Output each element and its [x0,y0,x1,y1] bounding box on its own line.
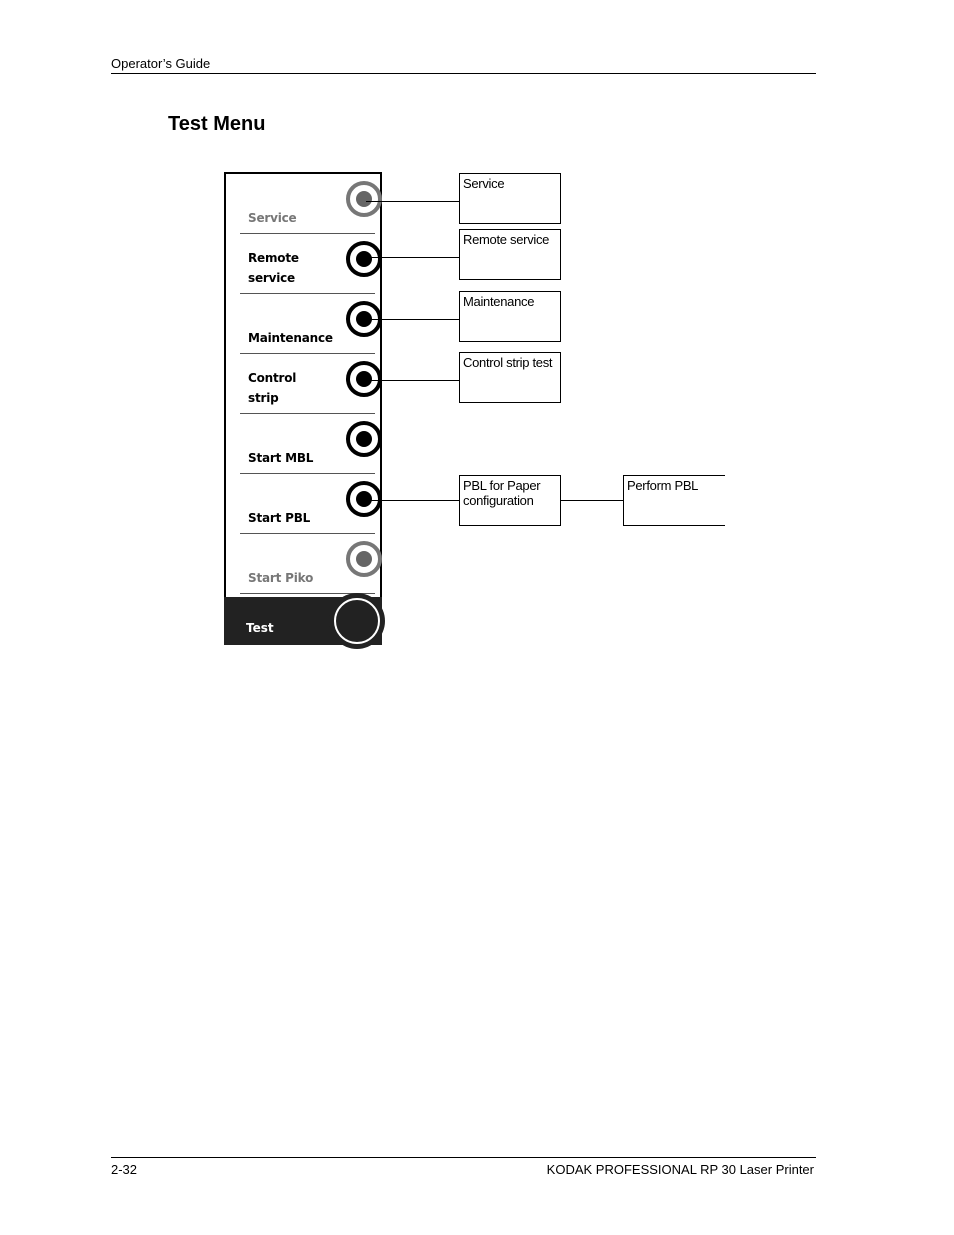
menu-item-label: Control strip [248,371,297,405]
service-box: Service [459,173,561,224]
connector-line [366,380,459,381]
header-divider [111,73,816,74]
menu-item-label: Start Piko [248,571,314,585]
menu-item-remote-service[interactable]: Remote service [240,234,382,294]
knob-button-icon[interactable] [346,481,382,517]
menu-item-start-mbl[interactable]: Start MBL [240,414,382,474]
footer-divider [111,1157,816,1158]
perform-pbl-box: Perform PBL [623,475,725,526]
pbl-paper-config-box: PBL for Paper configuration [459,475,561,526]
menu-item-label: Service [248,211,297,225]
connector-line [366,319,459,320]
connector-line [561,500,624,501]
maintenance-box: Maintenance [459,291,561,342]
test-menu-panel: Service Remote service Maintenance Contro… [224,172,382,645]
menu-item-label: Start MBL [248,451,314,465]
menu-item-maintenance[interactable]: Maintenance [240,294,382,354]
knob-button-icon[interactable] [346,421,382,457]
menu-item-service[interactable]: Service [240,174,382,234]
menu-item-control-strip[interactable]: Control strip [240,354,382,414]
menu-item-start-piko[interactable]: Start Piko [240,534,382,594]
connector-line [366,201,459,202]
control-strip-test-box: Control strip test [459,352,561,403]
knob-button-icon[interactable] [346,181,382,217]
menu-item-start-pbl[interactable]: Start PBL [240,474,382,534]
connector-line [366,257,459,258]
running-header: Operator’s Guide [111,56,211,71]
knob-button-icon[interactable] [346,241,382,277]
test-knob-button-icon[interactable] [329,593,385,649]
menu-item-label: Remote service [248,251,299,285]
page-number: 2-32 [111,1162,138,1177]
remote-service-box: Remote service [459,229,561,280]
menu-item-label: Maintenance [248,331,333,345]
knob-button-icon[interactable] [346,361,382,397]
product-name: KODAK PROFESSIONAL RP 30 Laser Printer [546,1162,814,1177]
section-title: Test Menu [168,113,266,135]
connector-line [366,500,459,501]
knob-button-icon[interactable] [346,541,382,577]
menu-item-label: Test [246,621,274,635]
menu-item-label: Start PBL [248,511,311,525]
